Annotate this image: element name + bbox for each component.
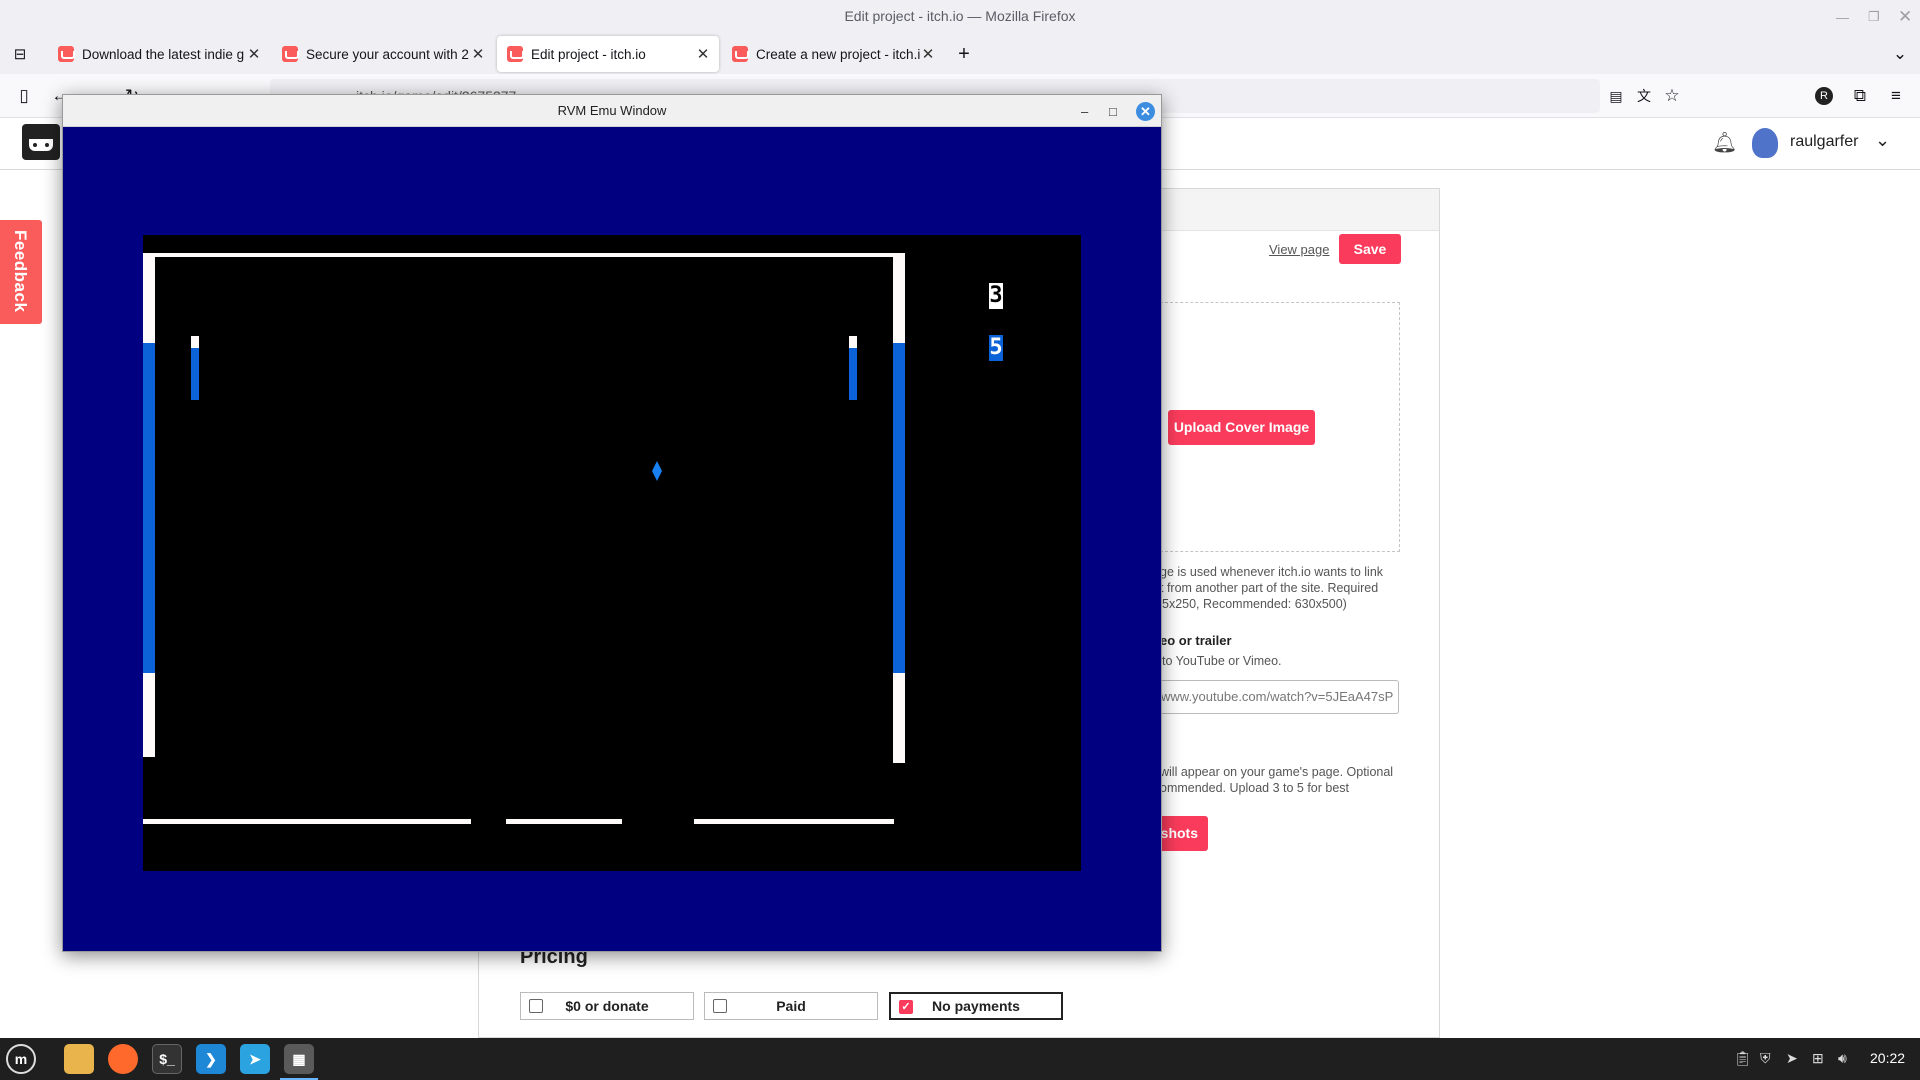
upload-cover-image-button[interactable]: Upload Cover Image [1168, 410, 1315, 445]
send-icon[interactable]: ➤ [1786, 1050, 1798, 1067]
pricing-option-label: Paid [776, 998, 806, 1014]
tab-close-icon[interactable]: ✕ [246, 45, 262, 63]
minimize-icon[interactable]: — [1836, 0, 1849, 34]
video-trailer-hint: to YouTube or Vimeo. [1162, 654, 1282, 668]
tab-bar: ⊟ Download the latest indie g ✕ Secure y… [0, 34, 1920, 74]
pricing-option-free-donate[interactable]: $0 or donate [520, 992, 694, 1020]
checkbox-icon[interactable] [529, 999, 543, 1013]
right-paddle-cap [849, 336, 857, 348]
view-page-link[interactable]: View page [1269, 242, 1329, 257]
volume-icon[interactable]: 🔊︎ [1838, 1050, 1847, 1067]
cover-hint-line-3: 5x250, Recommended: 630x500) [1162, 597, 1347, 611]
score-player-1: 3 [989, 283, 1003, 309]
notifications-bell-icon[interactable]: 🔔︎ [1712, 130, 1737, 155]
sidebar-toggle-icon[interactable]: ▯ [10, 82, 38, 110]
taskbar: m $_ ❯ ➤ ▦ 📋︎ ⛨ ➤ ⊞ 🔊︎ 20:22 [0, 1038, 1920, 1080]
pricing-option-paid[interactable]: Paid [704, 992, 878, 1020]
cover-hint-line-2: t from another part of the site. Require… [1160, 581, 1379, 595]
emulator-title: RVM Emu Window [63, 95, 1161, 127]
video-trailer-heading: eo or trailer [1160, 633, 1232, 648]
app-menu-icon[interactable]: ≡ [1882, 82, 1910, 110]
tab-label: Create a new project - itch.io [756, 46, 920, 62]
screenshots-hint-line-1: will appear on your game's page. Optiona… [1160, 765, 1394, 779]
telegram-icon[interactable]: ➤ [240, 1044, 270, 1074]
network-icon[interactable]: ⊞ [1812, 1050, 1824, 1067]
firefox-icon[interactable] [108, 1044, 138, 1074]
tab-edit-project[interactable]: Edit project - itch.io ✕ [497, 36, 719, 72]
tab-label: Download the latest indie g [82, 46, 245, 62]
emulator-window[interactable]: RVM Emu Window – □ ✕ 3 5 [62, 94, 1162, 952]
right-wall-bottom [893, 673, 905, 763]
bookmark-star-icon[interactable]: ☆ [1658, 82, 1686, 110]
account-icon[interactable]: R [1810, 82, 1838, 110]
left-wall-top [143, 253, 155, 343]
shield-icon[interactable]: ⛨ [1760, 1050, 1771, 1067]
firefox-window-title: Edit project - itch.io — Mozilla Firefox [0, 0, 1920, 34]
checkbox-checked-icon[interactable]: ✓ [899, 1000, 913, 1014]
feedback-tab[interactable]: Feedback [0, 220, 42, 324]
pricing-option-label: $0 or donate [565, 998, 649, 1014]
bottom-wall-segment-2 [506, 819, 622, 824]
close-window-icon[interactable]: ✕ [1898, 0, 1912, 34]
chevron-down-icon[interactable]: ⌄ [1875, 130, 1890, 151]
itch-favicon-icon [58, 46, 75, 62]
right-paddle [849, 348, 857, 400]
itch-favicon-icon [507, 46, 524, 62]
left-wall-bottom [143, 673, 155, 757]
checkbox-icon[interactable] [713, 999, 727, 1013]
bottom-wall-segment-1 [143, 819, 471, 824]
right-goal-zone [893, 343, 905, 673]
translate-icon[interactable]: 文 [1630, 82, 1658, 110]
tab-close-icon[interactable]: ✕ [470, 45, 486, 63]
feedback-label: Feedback [11, 230, 30, 313]
maximize-icon[interactable]: ❐ [1868, 0, 1880, 34]
pricing-option-label: No payments [932, 998, 1020, 1014]
score-player-2: 5 [989, 335, 1003, 361]
pricing-option-no-payments[interactable]: ✓ No payments [889, 992, 1063, 1020]
clipboard-icon[interactable]: 📋︎ [1734, 1050, 1752, 1067]
screenshots-hint-line-2: ommended. Upload 3 to 5 for best [1160, 781, 1350, 795]
emulator-minimize-icon[interactable]: – [1081, 95, 1088, 127]
cover-hint-line-1: ge is used whenever itch.io wants to lin… [1160, 565, 1384, 579]
top-wall [143, 253, 905, 257]
vscode-icon[interactable]: ❯ [196, 1044, 226, 1074]
clock[interactable]: 20:22 [1870, 1050, 1905, 1066]
tab-secure-account[interactable]: Secure your account with 2F ✕ [272, 36, 494, 72]
emulator-icon[interactable]: ▦ [280, 1044, 318, 1080]
bottom-wall-segment-3 [694, 819, 894, 824]
emulator-maximize-icon[interactable]: □ [1109, 95, 1117, 127]
username[interactable]: raulgarfer [1790, 133, 1858, 151]
tab-close-icon[interactable]: ✕ [920, 45, 936, 63]
avatar[interactable] [1752, 128, 1778, 158]
menu-icon[interactable]: m [6, 1044, 36, 1074]
save-button[interactable]: Save [1339, 234, 1401, 264]
reader-view-icon[interactable]: ▤ [1602, 82, 1630, 110]
itch-favicon-icon [732, 46, 749, 62]
tab-label: Edit project - itch.io [531, 46, 646, 62]
itch-logo-icon[interactable] [22, 124, 60, 160]
itch-favicon-icon [282, 46, 299, 62]
list-all-tabs-icon[interactable]: ⌄ [1886, 40, 1914, 68]
new-tab-icon[interactable]: + [950, 40, 978, 68]
ball [652, 461, 662, 481]
left-paddle [191, 348, 199, 400]
terminal-icon[interactable]: $_ [152, 1044, 182, 1074]
files-icon[interactable] [64, 1044, 94, 1074]
tab-close-icon[interactable]: ✕ [695, 45, 711, 63]
extensions-icon[interactable]: ⧉ [1846, 82, 1874, 110]
tab-download-indie[interactable]: Download the latest indie g ✕ [48, 36, 270, 72]
emulator-close-icon[interactable]: ✕ [1136, 102, 1155, 121]
video-url-input[interactable]: www.youtube.com/watch?v=5JEaA47sP [1152, 680, 1399, 714]
tab-overview-icon[interactable]: ⊟ [6, 40, 34, 68]
left-goal-zone [143, 343, 155, 673]
game-screen[interactable]: 3 5 [143, 235, 1081, 871]
tab-create-project[interactable]: Create a new project - itch.io ✕ [722, 36, 944, 72]
tab-label: Secure your account with 2F [306, 46, 470, 62]
right-wall-top [893, 253, 905, 343]
left-paddle-cap [191, 336, 199, 348]
